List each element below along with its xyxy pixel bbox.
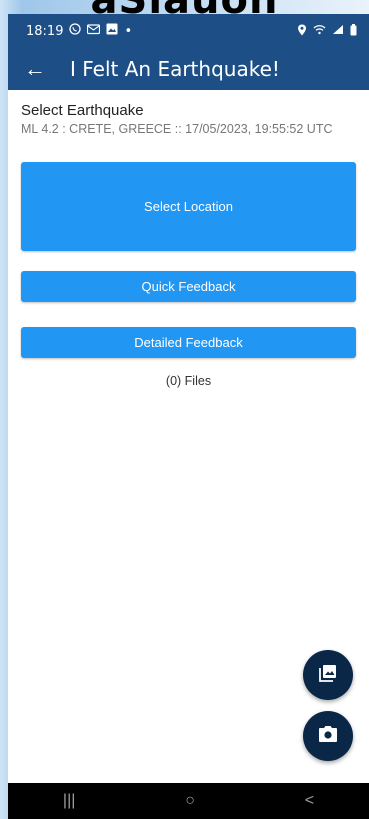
- select-location-button[interactable]: Select Location: [21, 162, 356, 251]
- phone-screen: 18:19 • ← I Felt An Earthquake! Select E…: [8, 14, 369, 819]
- main-content: Select Earthquake ML 4.2 : CRETE, GREECE…: [8, 90, 369, 388]
- wifi-icon: [313, 24, 326, 38]
- status-time: 18:19: [26, 23, 64, 39]
- camera-button[interactable]: [303, 711, 353, 761]
- battery-icon: [350, 23, 357, 39]
- camera-icon: [318, 725, 338, 748]
- notification-dot-icon: •: [124, 23, 133, 39]
- message-icon: [87, 23, 101, 39]
- app-bar: ← I Felt An Earthquake!: [8, 48, 369, 90]
- whatsapp-icon: [69, 23, 82, 39]
- image-icon: [106, 23, 118, 39]
- home-button[interactable]: ○: [185, 792, 195, 810]
- earthquake-details[interactable]: ML 4.2 : CRETE, GREECE :: 17/05/2023, 19…: [21, 121, 356, 138]
- page-title: I Felt An Earthquake!: [70, 57, 280, 81]
- files-count: (0) Files: [165, 374, 212, 388]
- system-back-button[interactable]: <: [305, 792, 314, 810]
- detailed-feedback-button[interactable]: Detailed Feedback: [21, 327, 356, 358]
- system-nav-bar: ||| ○ <: [8, 783, 369, 819]
- back-arrow-icon[interactable]: ←: [24, 58, 52, 80]
- status-bar: 18:19 •: [8, 14, 369, 48]
- location-icon: [297, 24, 307, 39]
- quick-feedback-label: Quick Feedback: [141, 279, 236, 294]
- detailed-feedback-label: Detailed Feedback: [134, 335, 243, 350]
- select-location-label: Select Location: [144, 199, 233, 214]
- gallery-icon: [318, 663, 338, 688]
- recent-apps-button[interactable]: |||: [63, 792, 75, 810]
- gallery-button[interactable]: [303, 650, 353, 700]
- quick-feedback-button[interactable]: Quick Feedback: [21, 271, 356, 302]
- signal-icon: [332, 24, 344, 38]
- select-earthquake-label[interactable]: Select Earthquake: [21, 102, 356, 119]
